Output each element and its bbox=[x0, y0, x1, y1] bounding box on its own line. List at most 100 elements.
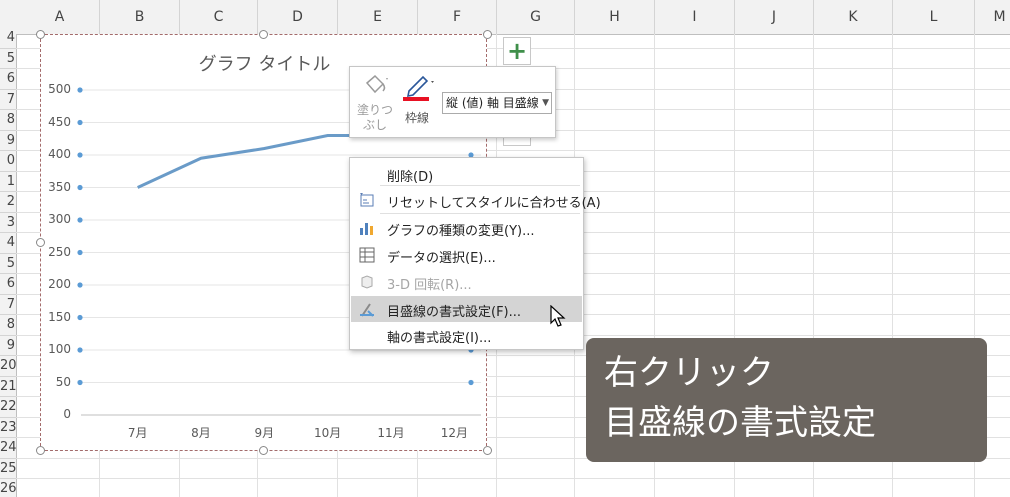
row-header[interactable]: 8 bbox=[0, 315, 16, 336]
row-header[interactable]: 21 bbox=[0, 377, 16, 397]
resize-handle-bottom-left[interactable] bbox=[36, 446, 45, 455]
resize-handle-top-left[interactable] bbox=[36, 30, 45, 39]
gridline-selection-point[interactable] bbox=[77, 347, 83, 353]
y-axis-tick-label: 400 bbox=[48, 147, 71, 161]
x-axis-tick-label: 9月 bbox=[254, 426, 275, 440]
column-header-g[interactable]: G bbox=[497, 0, 575, 34]
column-header-m[interactable]: M bbox=[975, 0, 1010, 34]
column-header-l[interactable]: L bbox=[893, 0, 975, 34]
resize-handle-mid-left[interactable] bbox=[36, 238, 45, 247]
y-axis-tick-label: 450 bbox=[48, 114, 71, 129]
menu-item-label: 3-D 回転(R)... bbox=[387, 278, 472, 293]
fill-label-line1: 塗りつ bbox=[356, 103, 394, 117]
format-mini-toolbar: 塗りつ ぶし 枠線 縦 (値) 軸 目盛線 ▼ bbox=[349, 66, 556, 138]
row-header[interactable]: 1 bbox=[0, 172, 16, 192]
menu-item-6[interactable]: 軸の書式設定(I)... bbox=[351, 322, 582, 348]
outline-label: 枠線 bbox=[404, 111, 429, 125]
x-axis-tick-label: 8月 bbox=[191, 426, 211, 440]
gridline-selection-point[interactable] bbox=[77, 184, 83, 191]
row-header[interactable]: 9 bbox=[0, 336, 16, 356]
row-header[interactable]: 6 bbox=[0, 274, 16, 295]
caption-line-2: 目盛線の書式設定 bbox=[604, 403, 876, 443]
tutorial-caption: 右クリック 目盛線の書式設定 bbox=[586, 338, 987, 462]
column-header-k[interactable]: K bbox=[814, 0, 893, 34]
column-header-f[interactable]: F bbox=[418, 0, 497, 34]
menu-item-1[interactable]: リセットしてスタイルに合わせる(A) bbox=[351, 187, 601, 213]
resize-handle-bottom-center[interactable] bbox=[259, 446, 268, 455]
menu-item-label: データの選択(E)... bbox=[387, 251, 496, 266]
row-header[interactable]: 5 bbox=[0, 254, 16, 274]
resize-handle-top-center[interactable] bbox=[259, 30, 268, 39]
menu-item-label: 軸の書式設定(I)... bbox=[387, 331, 492, 346]
gridline-selection-point[interactable] bbox=[77, 282, 83, 288]
y-axis-tick-label: 100 bbox=[48, 342, 71, 356]
menu-item-2[interactable]: グラフの種類の変更(Y)... bbox=[351, 215, 582, 241]
column-header-e[interactable]: E bbox=[338, 0, 418, 34]
row-header[interactable]: 8 bbox=[0, 110, 16, 131]
chart-type-icon bbox=[359, 220, 375, 236]
row-header[interactable]: 4 bbox=[0, 233, 16, 254]
row-header[interactable]: 22 bbox=[0, 397, 16, 418]
menu-item-label: グラフの種類の変更(Y)... bbox=[387, 224, 535, 239]
paint-bucket-icon bbox=[365, 74, 388, 94]
row-header[interactable]: 2 bbox=[0, 192, 16, 213]
gridline-format-icon bbox=[359, 301, 375, 317]
fill-button[interactable]: 塗りつ ぶし bbox=[356, 71, 394, 135]
menu-item-5[interactable]: 目盛線の書式設定(F)... bbox=[351, 296, 582, 322]
row-header[interactable]: 24 bbox=[0, 438, 16, 459]
column-header-i[interactable]: I bbox=[655, 0, 735, 34]
row-header[interactable]: 7 bbox=[0, 295, 16, 315]
row-header[interactable]: 4 bbox=[0, 28, 16, 49]
column-header-d[interactable]: D bbox=[258, 0, 338, 34]
menu-item-0[interactable]: 削除(D) bbox=[351, 161, 582, 187]
gridline-selection-point[interactable] bbox=[77, 249, 83, 256]
menu-item-label: 削除(D) bbox=[387, 170, 434, 185]
gridline-selection-point[interactable] bbox=[77, 314, 83, 321]
column-header-b[interactable]: B bbox=[100, 0, 180, 34]
row-header[interactable]: 5 bbox=[0, 49, 16, 69]
context-menu: 削除(D) リセットしてスタイルに合わせる(A) グラフの種類の変更(Y)... デー… bbox=[349, 157, 601, 350]
row-header[interactable]: 25 bbox=[0, 459, 16, 479]
row-header[interactable]: 7 bbox=[0, 90, 16, 110]
plus-icon: + bbox=[506, 37, 528, 65]
menu-separator bbox=[380, 185, 580, 186]
row-header[interactable]: 9 bbox=[0, 131, 16, 151]
column-header-j[interactable]: J bbox=[735, 0, 814, 34]
x-axis-tick-label: 12月 bbox=[440, 426, 468, 440]
gridline-selection-point[interactable] bbox=[468, 379, 474, 386]
y-axis-tick-label: 50 bbox=[55, 374, 71, 389]
chart-elements-button[interactable]: + bbox=[503, 37, 531, 65]
outline-button[interactable]: 枠線 bbox=[398, 71, 436, 135]
column-header-a[interactable]: A bbox=[20, 0, 100, 34]
pen-icon bbox=[403, 75, 434, 101]
chart-element-dropdown[interactable]: 縦 (値) 軸 目盛線 ▼ bbox=[442, 92, 552, 114]
gridline-selection-point[interactable] bbox=[77, 87, 83, 93]
resize-handle-top-right[interactable] bbox=[483, 30, 492, 39]
y-axis-tick-label: 250 bbox=[48, 244, 71, 259]
row-header[interactable]: 23 bbox=[0, 418, 16, 438]
menu-item-3[interactable]: データの選択(E)... bbox=[351, 242, 582, 268]
y-axis-tick-label: 150 bbox=[48, 309, 71, 324]
row-header[interactable]: 26 bbox=[0, 479, 16, 497]
grid-row-line bbox=[16, 478, 1010, 479]
menu-separator bbox=[380, 213, 580, 214]
y-axis-tick-label: 0 bbox=[63, 407, 71, 421]
x-axis-tick-label: 10月 bbox=[314, 426, 342, 440]
column-header-c[interactable]: C bbox=[180, 0, 258, 34]
chart-element-value: 縦 (値) 軸 目盛線 bbox=[446, 96, 539, 110]
gridline-selection-point[interactable] bbox=[77, 119, 83, 126]
resize-handle-bottom-right[interactable] bbox=[483, 446, 492, 455]
gridline-selection-point[interactable] bbox=[77, 379, 83, 386]
row-header[interactable]: 6 bbox=[0, 69, 16, 90]
fill-label-line2: ぶし bbox=[362, 118, 387, 132]
y-axis-tick-label: 300 bbox=[48, 212, 71, 226]
row-header[interactable]: 20 bbox=[0, 356, 16, 377]
gridline-selection-point[interactable] bbox=[77, 217, 83, 223]
gridline-selection-point[interactable] bbox=[77, 152, 83, 158]
row-header[interactable]: 3 bbox=[0, 213, 16, 233]
row-header[interactable]: 0 bbox=[0, 151, 16, 172]
column-header-h[interactable]: H bbox=[575, 0, 655, 34]
reset-style-icon bbox=[359, 192, 375, 208]
y-axis-tick-label: 200 bbox=[48, 277, 71, 291]
select-data-icon bbox=[359, 247, 375, 263]
